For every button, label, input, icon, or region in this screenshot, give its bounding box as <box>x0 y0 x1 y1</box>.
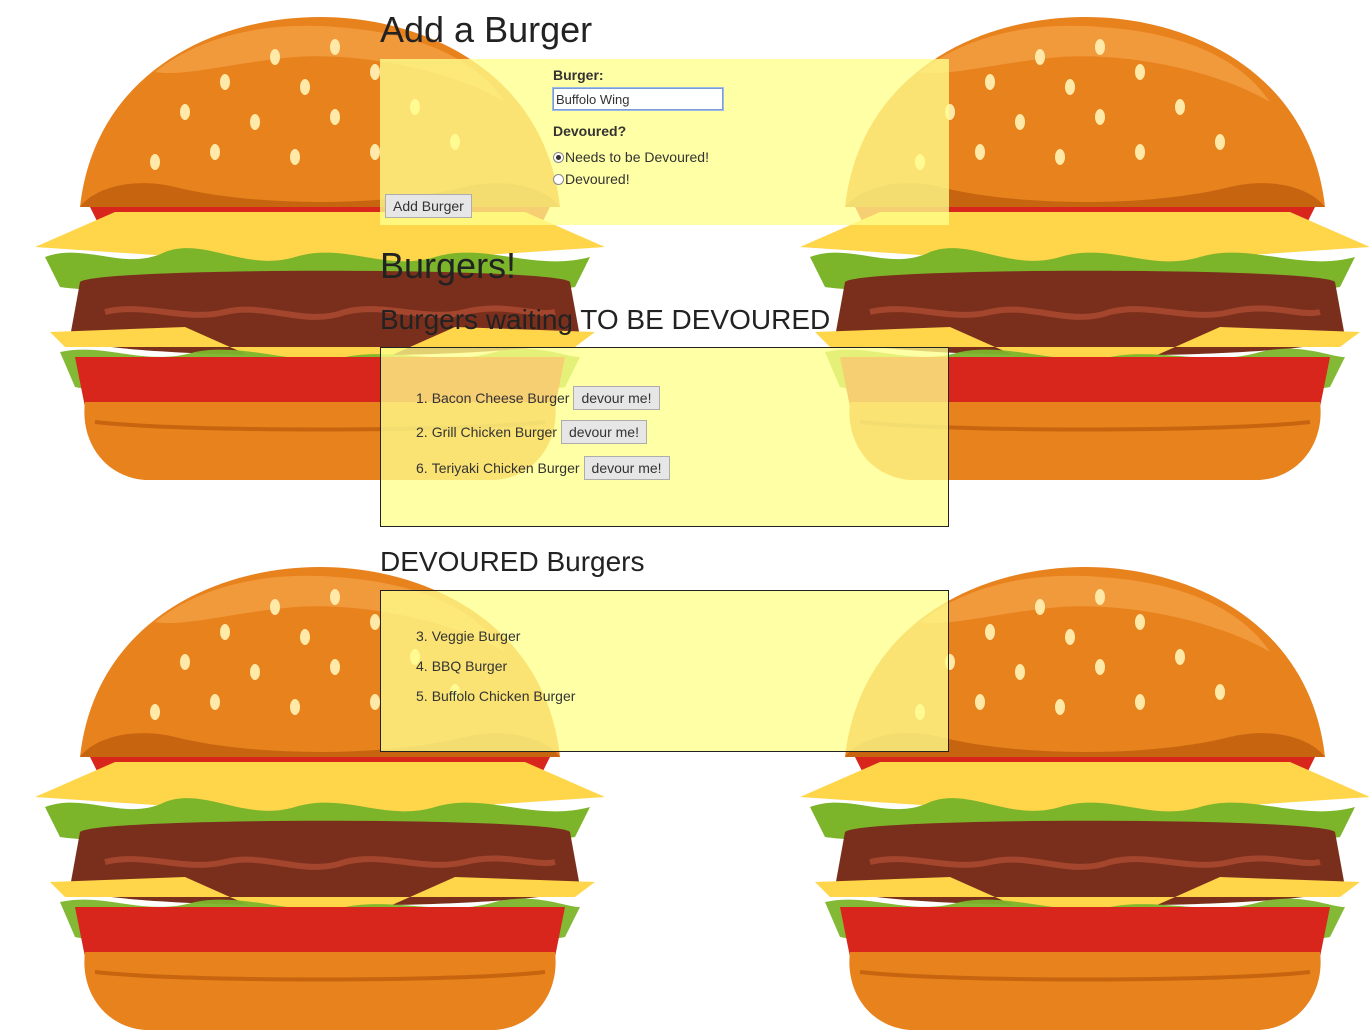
add-burger-form: Burger: Devoured? Needs to be Devoured! … <box>380 59 949 225</box>
devour-button[interactable]: devour me! <box>583 456 670 480</box>
item-name: Grill Chicken Burger <box>431 424 557 440</box>
devour-button[interactable]: devour me! <box>573 386 660 410</box>
item-number: 2. <box>416 424 428 440</box>
add-burger-button[interactable]: Add Burger <box>385 194 472 218</box>
devoured-list: 3. Veggie Burger 4. BBQ Burger 5. Buffol… <box>380 590 949 752</box>
add-burger-title: Add a Burger <box>380 9 593 50</box>
radio-label: Needs to be Devoured! <box>565 149 709 165</box>
devoured-heading: DEVOURED Burgers <box>380 546 645 577</box>
list-item: 6. Teriyaki Chicken Burger devour me! <box>416 456 670 480</box>
list-item: 5. Buffolo Chicken Burger <box>416 688 575 704</box>
item-number: 5. <box>416 688 428 704</box>
radio-label: Devoured! <box>565 171 630 187</box>
radio-button-checked[interactable] <box>553 151 564 163</box>
waiting-list: 1. Bacon Cheese Burger devour me! 2. Gri… <box>380 347 949 527</box>
item-name: Veggie Burger <box>431 628 521 644</box>
item-number: 6. <box>416 460 428 476</box>
item-name: Buffolo Chicken Burger <box>431 688 576 704</box>
radio-needs-devoured[interactable]: Needs to be Devoured! <box>553 149 709 165</box>
burger-name-label: Burger: <box>553 67 604 83</box>
list-item: 3. Veggie Burger <box>416 628 520 644</box>
item-number: 3. <box>416 628 428 644</box>
list-item: 4. BBQ Burger <box>416 658 507 674</box>
devoured-label: Devoured? <box>553 123 627 139</box>
waiting-heading: Burgers waiting TO BE DEVOURED <box>380 304 831 335</box>
burger-name-input[interactable] <box>552 87 724 111</box>
item-name: Bacon Cheese Burger <box>431 390 570 406</box>
list-item: 1. Bacon Cheese Burger devour me! <box>416 386 660 410</box>
item-number: 1. <box>416 390 428 406</box>
item-number: 4. <box>416 658 428 674</box>
item-name: Teriyaki Chicken Burger <box>431 460 580 476</box>
radio-devoured[interactable]: Devoured! <box>553 171 630 187</box>
item-name: BBQ Burger <box>431 658 508 674</box>
radio-button[interactable] <box>553 173 564 185</box>
devour-button[interactable]: devour me! <box>560 420 647 444</box>
burgers-heading: Burgers! <box>380 245 517 286</box>
list-item: 2. Grill Chicken Burger devour me! <box>416 420 647 444</box>
